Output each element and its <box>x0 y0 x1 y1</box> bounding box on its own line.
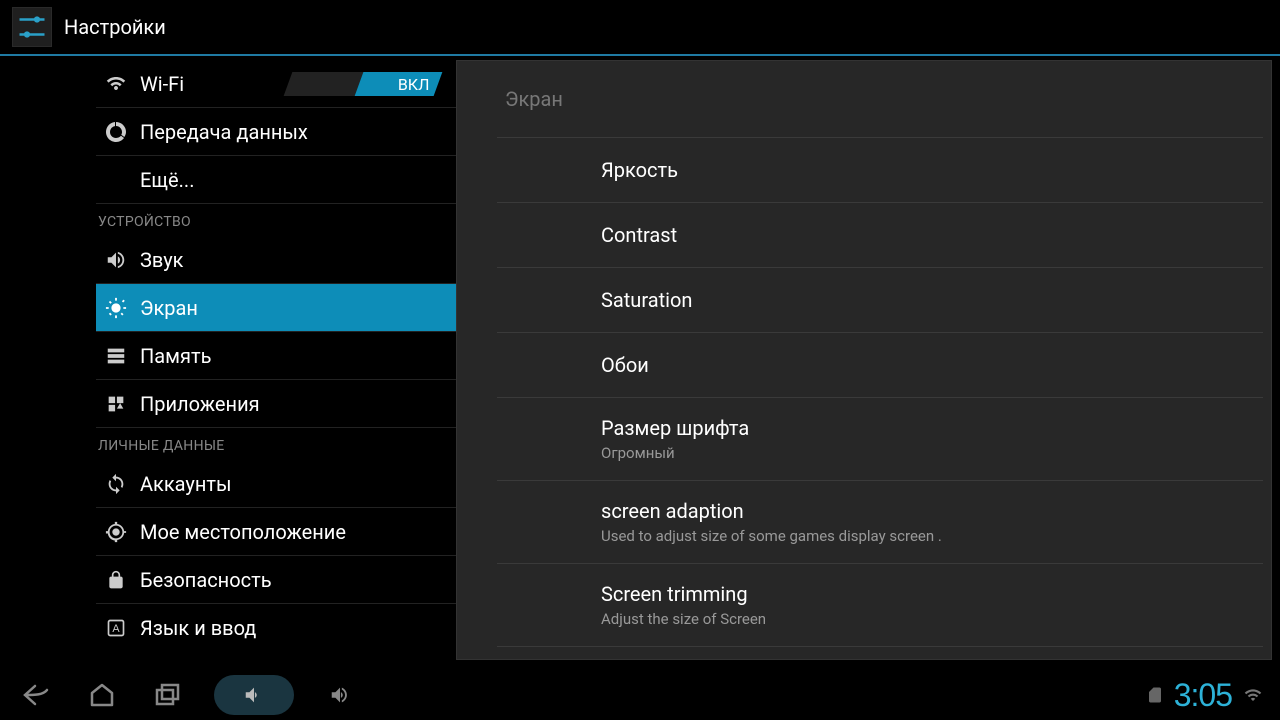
sidebar-item-language[interactable]: A Язык и ввод <box>96 604 456 652</box>
detail-panel: Экран Яркость Contrast Saturation Обои Р… <box>456 60 1272 660</box>
nav-buttons <box>16 675 360 715</box>
sidebar-label: Язык и ввод <box>140 616 256 640</box>
detail-label: Размер шрифта <box>601 416 1263 440</box>
detail-sublabel: Used to adjust size of some games displa… <box>601 527 1263 545</box>
sidebar-label: Экран <box>140 296 198 320</box>
recent-apps-button[interactable] <box>148 675 188 715</box>
detail-label: Contrast <box>601 223 1263 247</box>
sidebar-label: Приложения <box>140 392 260 416</box>
sidebar-label: Безопасность <box>140 568 272 592</box>
detail-item-font-size[interactable]: Размер шрифта Огромный <box>497 397 1263 480</box>
detail-label: Saturation <box>601 288 1263 312</box>
sidebar-label: Wi-Fi <box>140 72 184 96</box>
sidebar-label: Передача данных <box>140 120 308 144</box>
detail-pane-wrapper: Экран Яркость Contrast Saturation Обои Р… <box>456 56 1280 670</box>
status-tray[interactable]: 3:05 <box>1146 677 1264 714</box>
language-icon: A <box>104 616 128 640</box>
detail-label: Яркость <box>601 158 1263 182</box>
wifi-toggle[interactable]: ВКЛ <box>288 72 438 96</box>
sidebar-item-accounts[interactable]: Аккаунты <box>96 460 456 508</box>
detail-sublabel: Adjust the size of Screen <box>601 610 1263 628</box>
sidebar-item-sound[interactable]: Звук <box>96 236 456 284</box>
detail-label: Обои <box>601 353 1263 377</box>
section-header-device: УСТРОЙСТВО <box>0 204 456 236</box>
sidebar-label: Звук <box>140 248 183 272</box>
wifi-icon <box>104 72 128 96</box>
data-usage-icon <box>104 120 128 144</box>
volume-down-button[interactable] <box>214 675 294 715</box>
settings-app-icon <box>12 7 52 47</box>
sidebar-item-apps[interactable]: Приложения <box>96 380 456 428</box>
sidebar-item-location[interactable]: Мое местоположение <box>96 508 456 556</box>
sidebar-item-security[interactable]: Безопасность <box>96 556 456 604</box>
detail-item-display-output[interactable]: Display output mode Display output mode <box>497 646 1263 660</box>
section-header-personal: ЛИЧНЫЕ ДАННЫЕ <box>0 428 456 460</box>
apps-icon <box>104 392 128 416</box>
toggle-on-label: ВКЛ <box>398 74 430 93</box>
home-button[interactable] <box>82 675 122 715</box>
sidebar-label: Память <box>140 344 211 368</box>
volume-up-button[interactable] <box>320 675 360 715</box>
detail-label: screen adaption <box>601 499 1263 523</box>
sidebar-item-storage[interactable]: Память <box>96 332 456 380</box>
detail-item-screen-adaption[interactable]: screen adaption Used to adjust size of s… <box>497 480 1263 563</box>
wifi-status-icon <box>1242 686 1264 704</box>
detail-item-brightness[interactable]: Яркость <box>497 137 1263 202</box>
navigation-bar: 3:05 <box>0 670 1280 720</box>
sync-icon <box>104 472 128 496</box>
sidebar-label: Ещё... <box>140 168 194 192</box>
sidebar-item-data-usage[interactable]: Передача данных <box>96 108 456 156</box>
svg-text:A: A <box>112 623 120 635</box>
sidebar-item-more[interactable]: Ещё... <box>96 156 456 204</box>
sidebar-item-display[interactable]: Экран <box>96 284 456 332</box>
detail-item-wallpaper[interactable]: Обои <box>497 332 1263 397</box>
lock-icon <box>104 568 128 592</box>
sdcard-icon <box>1146 686 1164 704</box>
settings-sidebar: Wi-Fi ВКЛ Передача данных Ещё... УСТРОЙС… <box>0 56 456 670</box>
storage-icon <box>104 344 128 368</box>
detail-title: Экран <box>457 61 1271 137</box>
app-bar: Настройки <box>0 0 1280 56</box>
location-icon <box>104 520 128 544</box>
sidebar-item-wifi[interactable]: Wi-Fi ВКЛ <box>96 60 456 108</box>
clock: 3:05 <box>1174 677 1232 714</box>
detail-item-contrast[interactable]: Contrast <box>497 202 1263 267</box>
detail-item-screen-trimming[interactable]: Screen trimming Adjust the size of Scree… <box>497 563 1263 646</box>
sidebar-label: Мое местоположение <box>140 520 346 544</box>
sliders-icon <box>17 12 47 42</box>
back-button[interactable] <box>16 675 56 715</box>
display-icon <box>104 296 128 320</box>
detail-item-saturation[interactable]: Saturation <box>497 267 1263 332</box>
body: Wi-Fi ВКЛ Передача данных Ещё... УСТРОЙС… <box>0 56 1280 670</box>
detail-label: Screen trimming <box>601 582 1263 606</box>
detail-sublabel: Огромный <box>601 444 1263 462</box>
sound-icon <box>104 248 128 272</box>
app-title: Настройки <box>64 15 166 39</box>
sidebar-label: Аккаунты <box>140 472 232 496</box>
